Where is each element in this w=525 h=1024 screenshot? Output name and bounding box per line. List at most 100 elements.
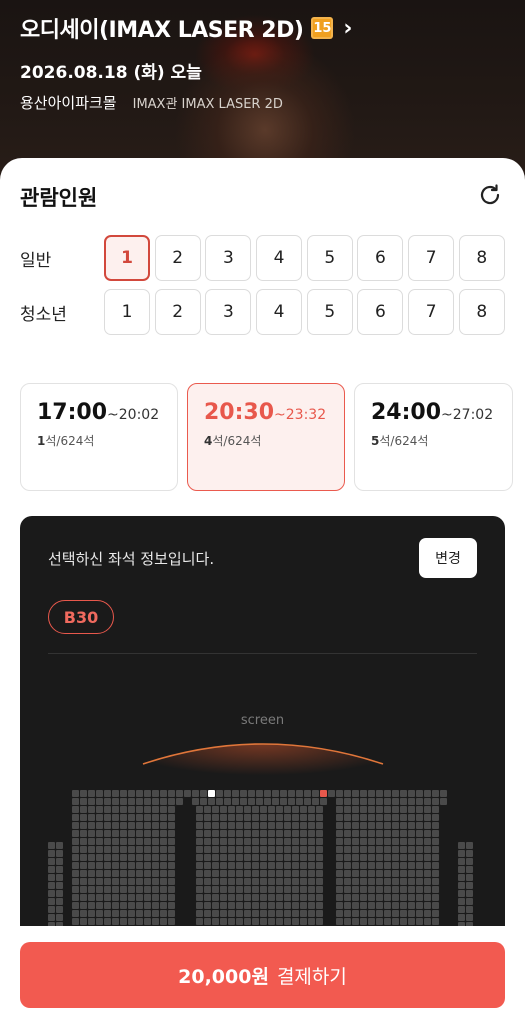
seat[interactable]: [384, 798, 391, 805]
seat[interactable]: [260, 910, 267, 917]
seat[interactable]: [112, 894, 119, 901]
seat[interactable]: [196, 846, 203, 853]
seat[interactable]: [168, 846, 175, 853]
seat[interactable]: [424, 870, 431, 877]
youth-count-4[interactable]: 4: [256, 289, 303, 335]
seat[interactable]: [168, 894, 175, 901]
seat[interactable]: [368, 886, 375, 893]
seat[interactable]: [292, 846, 299, 853]
seat[interactable]: [466, 842, 473, 849]
seat[interactable]: [88, 830, 95, 837]
seat[interactable]: [424, 790, 431, 797]
seat[interactable]: [260, 806, 267, 813]
seat[interactable]: [316, 894, 323, 901]
seat[interactable]: [304, 798, 311, 805]
seat[interactable]: [260, 918, 267, 925]
seat[interactable]: [376, 798, 383, 805]
seat[interactable]: [432, 814, 439, 821]
seat[interactable]: [96, 846, 103, 853]
seat[interactable]: [204, 822, 211, 829]
seat[interactable]: [168, 862, 175, 869]
seat[interactable]: [160, 918, 167, 925]
seat[interactable]: [376, 862, 383, 869]
seat[interactable]: [268, 910, 275, 917]
seat[interactable]: [144, 894, 151, 901]
seat[interactable]: [104, 846, 111, 853]
seat[interactable]: [400, 854, 407, 861]
seat[interactable]: [268, 886, 275, 893]
seat[interactable]: [296, 798, 303, 805]
seat[interactable]: [432, 902, 439, 909]
seat[interactable]: [260, 846, 267, 853]
seat[interactable]: [152, 846, 159, 853]
seat[interactable]: [376, 790, 383, 797]
seat[interactable]: [300, 838, 307, 845]
seat[interactable]: [424, 838, 431, 845]
seat[interactable]: [292, 854, 299, 861]
seat[interactable]: [344, 814, 351, 821]
seat[interactable]: [316, 886, 323, 893]
seat[interactable]: [272, 798, 279, 805]
seat[interactable]: [308, 886, 315, 893]
seat[interactable]: [408, 878, 415, 885]
seat[interactable]: [228, 894, 235, 901]
seat[interactable]: [236, 806, 243, 813]
seat[interactable]: [144, 838, 151, 845]
seat[interactable]: [276, 878, 283, 885]
seat[interactable]: [48, 850, 55, 857]
seat[interactable]: [392, 830, 399, 837]
seat[interactable]: [260, 822, 267, 829]
seat[interactable]: [440, 790, 447, 797]
seat[interactable]: [308, 822, 315, 829]
seat[interactable]: [408, 902, 415, 909]
seat[interactable]: [144, 854, 151, 861]
seat[interactable]: [408, 798, 415, 805]
seat[interactable]: [352, 814, 359, 821]
seat[interactable]: [368, 814, 375, 821]
seat[interactable]: [292, 806, 299, 813]
seat[interactable]: [120, 838, 127, 845]
seat[interactable]: [344, 910, 351, 917]
seat[interactable]: [416, 902, 423, 909]
seat[interactable]: [104, 838, 111, 845]
seat[interactable]: [208, 798, 215, 805]
seat[interactable]: [96, 854, 103, 861]
seat[interactable]: [204, 806, 211, 813]
seat[interactable]: [458, 866, 465, 873]
seat[interactable]: [120, 854, 127, 861]
seat[interactable]: [168, 798, 175, 805]
seat[interactable]: [352, 846, 359, 853]
seat[interactable]: [120, 790, 127, 797]
seat[interactable]: [224, 790, 231, 797]
seat[interactable]: [336, 830, 343, 837]
seat[interactable]: [96, 806, 103, 813]
seat[interactable]: [128, 910, 135, 917]
seat[interactable]: [424, 918, 431, 925]
seat[interactable]: [232, 790, 239, 797]
seat[interactable]: [104, 798, 111, 805]
seat[interactable]: [458, 842, 465, 849]
seat[interactable]: [260, 814, 267, 821]
seat[interactable]: [416, 878, 423, 885]
seat[interactable]: [376, 902, 383, 909]
seat[interactable]: [136, 918, 143, 925]
seat[interactable]: [312, 790, 319, 797]
seat[interactable]: [368, 830, 375, 837]
seat[interactable]: [160, 790, 167, 797]
seat[interactable]: [424, 830, 431, 837]
seat[interactable]: [88, 862, 95, 869]
seat[interactable]: [284, 910, 291, 917]
seat[interactable]: [308, 862, 315, 869]
seat[interactable]: [252, 902, 259, 909]
seat[interactable]: [72, 790, 79, 797]
seat[interactable]: [120, 846, 127, 853]
seat[interactable]: [376, 878, 383, 885]
seat[interactable]: [168, 918, 175, 925]
general-count-1[interactable]: 1: [104, 235, 150, 281]
seat[interactable]: [316, 854, 323, 861]
seat[interactable]: [144, 846, 151, 853]
seat[interactable]: [416, 806, 423, 813]
seat[interactable]: [244, 846, 251, 853]
youth-count-3[interactable]: 3: [205, 289, 252, 335]
seat[interactable]: [360, 886, 367, 893]
